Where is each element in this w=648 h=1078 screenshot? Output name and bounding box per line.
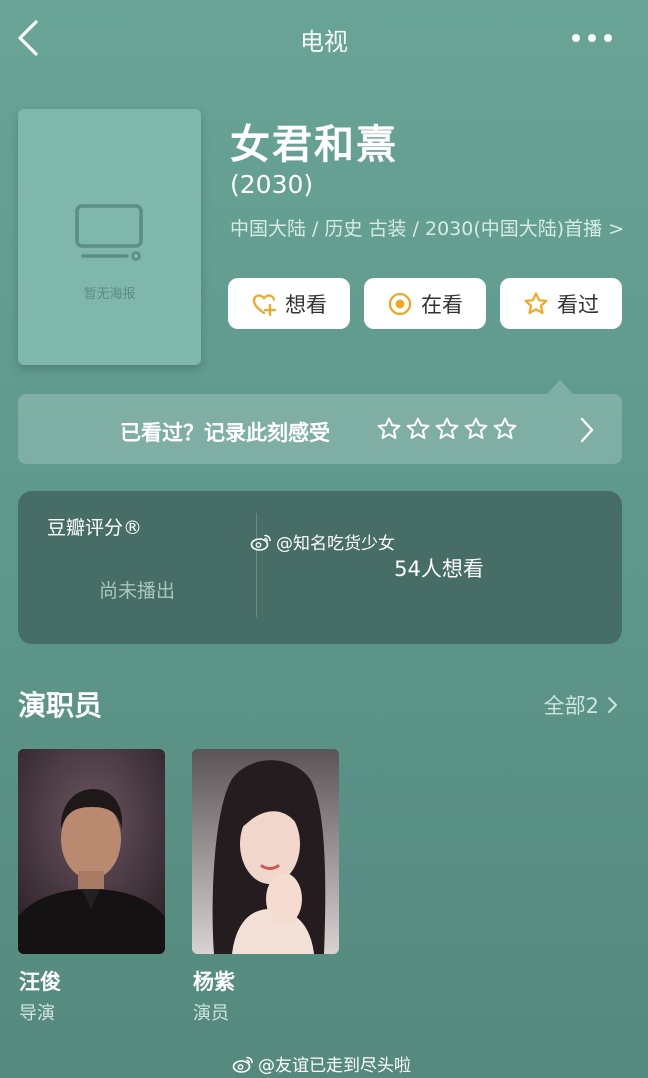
watching-button[interactable]: 在看 [364,278,486,329]
star-outline-icon [524,291,548,314]
cast-photo-actress[interactable] [192,749,339,954]
record-bar-pointer [547,380,573,394]
star-icon[interactable] [405,416,431,442]
weibo-watermark-bottom: @友谊已走到尽头啦 [232,1051,411,1076]
cast-all-label: 全部2 [543,694,599,718]
cast-name[interactable]: 汪俊 [19,966,61,996]
cast-role: 演员 [193,1003,229,1024]
show-title: 女君和熹 [230,122,398,168]
watermark-text: @友谊已走到尽头啦 [258,1056,411,1076]
weibo-icon [250,534,271,551]
tv-icon [75,204,143,261]
watching-label: 在看 [421,292,463,317]
star-icon[interactable] [492,416,518,442]
poster-placeholder[interactable]: 暂无海报 [18,109,201,365]
star-rating-input[interactable] [376,416,518,442]
more-dots-icon[interactable] [572,34,612,44]
weibo-icon [232,1056,253,1073]
rate-record-bar[interactable]: 已看过？记录此刻感受 [18,394,622,464]
person-portrait-icon [18,749,165,954]
watched-button[interactable]: 看过 [500,278,622,329]
want-count: 54人想看 [394,557,484,581]
chevron-right-icon[interactable] [578,416,596,444]
cast-name[interactable]: 杨紫 [193,966,235,996]
rating-label: 豆瓣评分® [47,517,143,539]
star-icon[interactable] [434,416,460,442]
cast-role: 导演 [19,1003,55,1024]
heart-plus-icon [252,293,277,316]
douban-rating-card: 豆瓣评分® 尚未播出 54人想看 [18,491,622,644]
page-title: 电视 [300,28,348,56]
want-to-watch-label: 想看 [285,292,327,317]
target-circle-icon [388,292,412,315]
star-icon[interactable] [463,416,489,442]
chevron-right-icon [608,697,617,713]
show-year: (2030) [230,170,314,199]
cast-photo-director[interactable] [18,749,165,954]
person-portrait-icon [192,749,339,954]
cast-section-title: 演职员 [18,689,103,722]
watermark-text: @知名吃货少女 [276,534,395,554]
cast-view-all-link[interactable]: 全部2 [544,690,618,720]
weibo-watermark-top: @知名吃货少女 [250,529,395,554]
show-meta-link[interactable]: 中国大陆 / 历史 古装 / 2030(中国大陆)首播 > [230,216,630,242]
want-to-watch-button[interactable]: 想看 [228,278,350,329]
watched-label: 看过 [557,292,599,317]
star-icon[interactable] [376,416,402,442]
poster-placeholder-text: 暂无海报 [83,287,136,302]
rating-status: 尚未播出 [98,580,175,602]
record-prompt: 已看过？记录此刻感受 [120,421,330,445]
